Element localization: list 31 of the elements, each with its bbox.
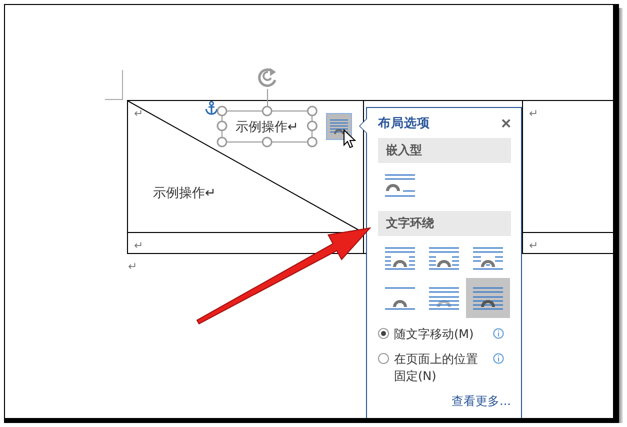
radio-button[interactable] [378, 328, 389, 339]
wrap-layout-icon [383, 172, 417, 198]
wrap-layout-icon [471, 244, 505, 272]
info-icon[interactable] [493, 328, 504, 339]
wrap-option[interactable] [466, 278, 510, 318]
radio-button[interactable] [378, 353, 389, 364]
wrap-layout-icon [383, 284, 417, 312]
cell-text: 示例操作↵ [153, 185, 216, 202]
paragraph-mark: ↵ [529, 107, 538, 120]
paragraph-mark: ↵ [529, 239, 538, 252]
paragraph-mark: ↵ [128, 260, 138, 273]
paragraph-mark: ↵ [134, 239, 144, 252]
radio-label: 在页面上的位置固定(N) [394, 351, 479, 385]
selection-frame[interactable] [216, 105, 318, 148]
close-button[interactable]: × [501, 114, 511, 132]
paragraph-mark: ↵ [134, 107, 144, 120]
info-icon[interactable] [493, 353, 504, 364]
mouse-pointer-icon [343, 129, 356, 149]
radio-label: 随文字移动(M) [394, 326, 475, 343]
panel-title: 布局选项 [378, 114, 430, 132]
wrap-layout-icon [427, 244, 461, 272]
rotate-handle-icon[interactable] [257, 67, 279, 89]
section-header: 嵌入型 [378, 138, 511, 163]
see-more-link[interactable]: 查看更多... [378, 393, 511, 410]
wrap-layout-icon [329, 118, 349, 136]
section-header: 文字环绕 [378, 211, 511, 236]
anchor-icon [205, 101, 218, 115]
text-box-text: 示例操作↵ [236, 118, 298, 136]
wrap-layout-icon [383, 244, 417, 272]
wrap-layout-icon [427, 284, 461, 312]
wrap-layout-icon [471, 284, 505, 312]
